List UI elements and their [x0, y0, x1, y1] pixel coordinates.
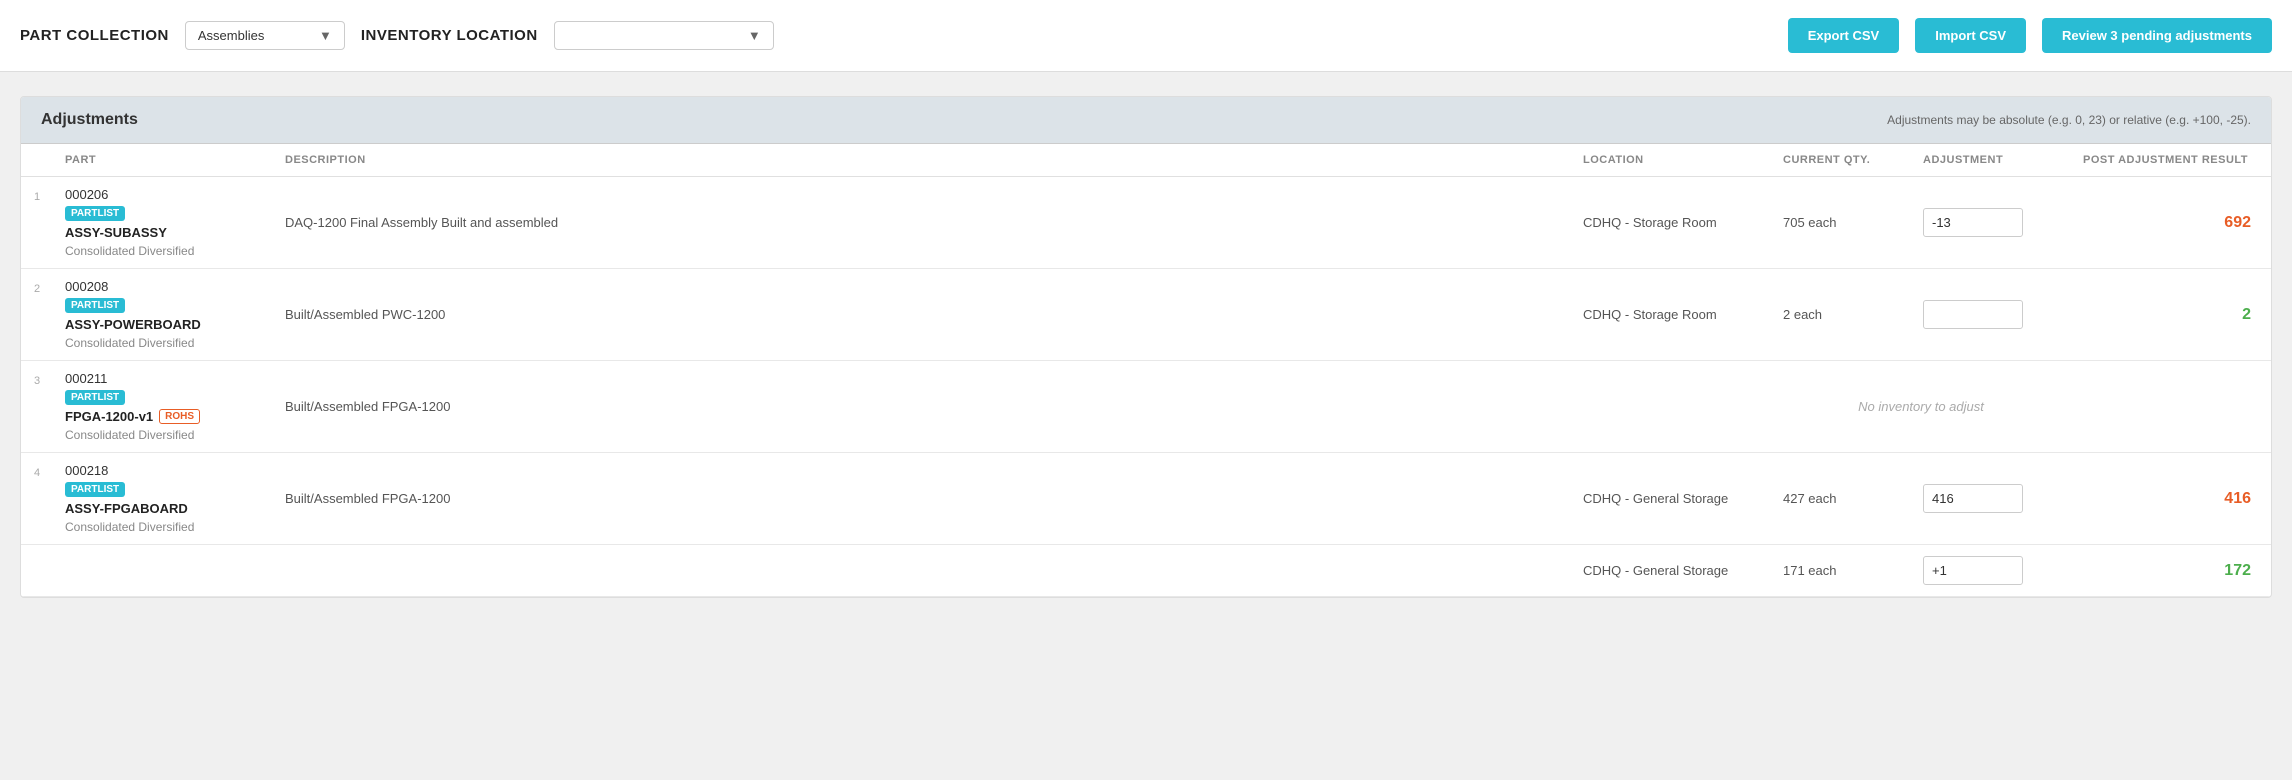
part-name-row-2: ASSY-POWERBOARD — [65, 317, 261, 332]
row-number-1: 1 — [21, 187, 53, 203]
part-number-2: 000208 — [65, 279, 261, 294]
col-current-qty: CURRENT QTY. — [1771, 154, 1911, 166]
part-name-row-4: ASSY-FPGABOARD — [65, 501, 261, 516]
adjustment-cell-1 — [1911, 208, 2071, 237]
sub-row-post-adj: 172 — [2071, 562, 2271, 580]
col-post-adjustment: POST ADJUSTMENT RESULT — [2071, 154, 2271, 166]
part-collection-label: PART COLLECTION — [20, 27, 169, 44]
main-content: Adjustments Adjustments may be absolute … — [0, 72, 2292, 622]
rohs-badge-3: ROHS — [159, 409, 200, 424]
adjustment-cell-4 — [1911, 484, 2071, 513]
part-name-3: FPGA-1200-v1 — [65, 409, 153, 424]
review-pending-button[interactable]: Review 3 pending adjustments — [2042, 18, 2272, 53]
chevron-down-icon: ▼ — [319, 28, 332, 43]
table-row: 1 000206 PARTLIST ASSY-SUBASSY Consolida… — [21, 177, 2271, 269]
adjustments-table: Adjustments Adjustments may be absolute … — [20, 96, 2272, 598]
col-location: LOCATION — [1571, 154, 1771, 166]
part-cell-3: 000211 PARTLIST FPGA-1200-v1 ROHS Consol… — [53, 371, 273, 442]
part-company-2: Consolidated Diversified — [65, 336, 261, 350]
export-csv-button[interactable]: Export CSV — [1788, 18, 1900, 53]
sub-row-adjustment-input[interactable] — [1923, 556, 2023, 585]
col-part: PART — [53, 154, 273, 166]
part-name-2: ASSY-POWERBOARD — [65, 317, 201, 332]
part-cell-2: 000208 PARTLIST ASSY-POWERBOARD Consolid… — [53, 279, 273, 350]
qty-cell-4: 427 each — [1771, 491, 1911, 506]
qty-cell-1: 705 each — [1771, 215, 1911, 230]
part-cell-4: 000218 PARTLIST ASSY-FPGABOARD Consolida… — [53, 463, 273, 534]
import-csv-button[interactable]: Import CSV — [1915, 18, 2026, 53]
location-cell-4: CDHQ - General Storage — [1571, 491, 1771, 506]
sub-row-adjustment-cell — [1911, 556, 2071, 585]
part-name-1: ASSY-SUBASSY — [65, 225, 167, 240]
part-number-3: 000211 — [65, 371, 261, 386]
table-title: Adjustments — [41, 111, 138, 129]
partlist-badge-2: PARTLIST — [65, 298, 125, 313]
partlist-badge-1: PARTLIST — [65, 206, 125, 221]
part-name-row-1: ASSY-SUBASSY — [65, 225, 261, 240]
table-sub-row: CDHQ - General Storage 171 each 172 — [21, 545, 2271, 597]
part-name-4: ASSY-FPGABOARD — [65, 501, 188, 516]
col-description: DESCRIPTION — [273, 154, 1571, 166]
part-company-4: Consolidated Diversified — [65, 520, 261, 534]
post-adj-cell-2: 2 — [2071, 306, 2271, 324]
part-name-row-3: FPGA-1200-v1 ROHS — [65, 409, 261, 424]
desc-cell-2: Built/Assembled PWC-1200 — [273, 307, 1571, 322]
top-bar: PART COLLECTION Assemblies ▼ INVENTORY L… — [0, 0, 2292, 72]
location-cell-1: CDHQ - Storage Room — [1571, 215, 1771, 230]
part-collection-value: Assemblies — [198, 28, 264, 43]
column-headers: PART DESCRIPTION LOCATION CURRENT QTY. A… — [21, 144, 2271, 177]
inventory-location-dropdown[interactable]: ▼ — [554, 21, 774, 50]
col-adjustment: ADJUSTMENT — [1911, 154, 2071, 166]
inventory-location-label: INVENTORY LOCATION — [361, 27, 538, 44]
adjustment-input-2[interactable] — [1923, 300, 2023, 329]
row-number-4: 4 — [21, 463, 53, 479]
adjustment-input-4[interactable] — [1923, 484, 2023, 513]
desc-cell-3: Built/Assembled FPGA-1200 — [273, 399, 1571, 414]
part-number-4: 000218 — [65, 463, 261, 478]
part-collection-dropdown[interactable]: Assemblies ▼ — [185, 21, 345, 50]
desc-cell-1: DAQ-1200 Final Assembly Built and assemb… — [273, 215, 1571, 230]
row-number-2: 2 — [21, 279, 53, 295]
table-row: 3 000211 PARTLIST FPGA-1200-v1 ROHS Cons… — [21, 361, 2271, 453]
table-row: 4 000218 PARTLIST ASSY-FPGABOARD Consoli… — [21, 453, 2271, 545]
table-row: 2 000208 PARTLIST ASSY-POWERBOARD Consol… — [21, 269, 2271, 361]
part-cell-1: 000206 PARTLIST ASSY-SUBASSY Consolidate… — [53, 187, 273, 258]
chevron-down-icon-2: ▼ — [748, 28, 761, 43]
sub-row-location: CDHQ - General Storage — [1571, 563, 1771, 578]
location-cell-2: CDHQ - Storage Room — [1571, 307, 1771, 322]
partlist-badge-3: PARTLIST — [65, 390, 125, 405]
post-adj-cell-1: 692 — [2071, 214, 2271, 232]
part-company-3: Consolidated Diversified — [65, 428, 261, 442]
adjustment-input-1[interactable] — [1923, 208, 2023, 237]
post-adj-cell-4: 416 — [2071, 490, 2271, 508]
row-number-3: 3 — [21, 371, 53, 387]
qty-cell-2: 2 each — [1771, 307, 1911, 322]
table-header: Adjustments Adjustments may be absolute … — [21, 97, 2271, 144]
table-subtitle: Adjustments may be absolute (e.g. 0, 23)… — [1887, 113, 2251, 127]
adjustment-cell-2 — [1911, 300, 2071, 329]
desc-cell-4: Built/Assembled FPGA-1200 — [273, 491, 1571, 506]
sub-row-qty: 171 each — [1771, 563, 1911, 578]
no-inventory-cell-3: No inventory to adjust — [1571, 399, 2271, 414]
partlist-badge-4: PARTLIST — [65, 482, 125, 497]
col-num — [21, 154, 53, 166]
part-number-1: 000206 — [65, 187, 261, 202]
part-company-1: Consolidated Diversified — [65, 244, 261, 258]
